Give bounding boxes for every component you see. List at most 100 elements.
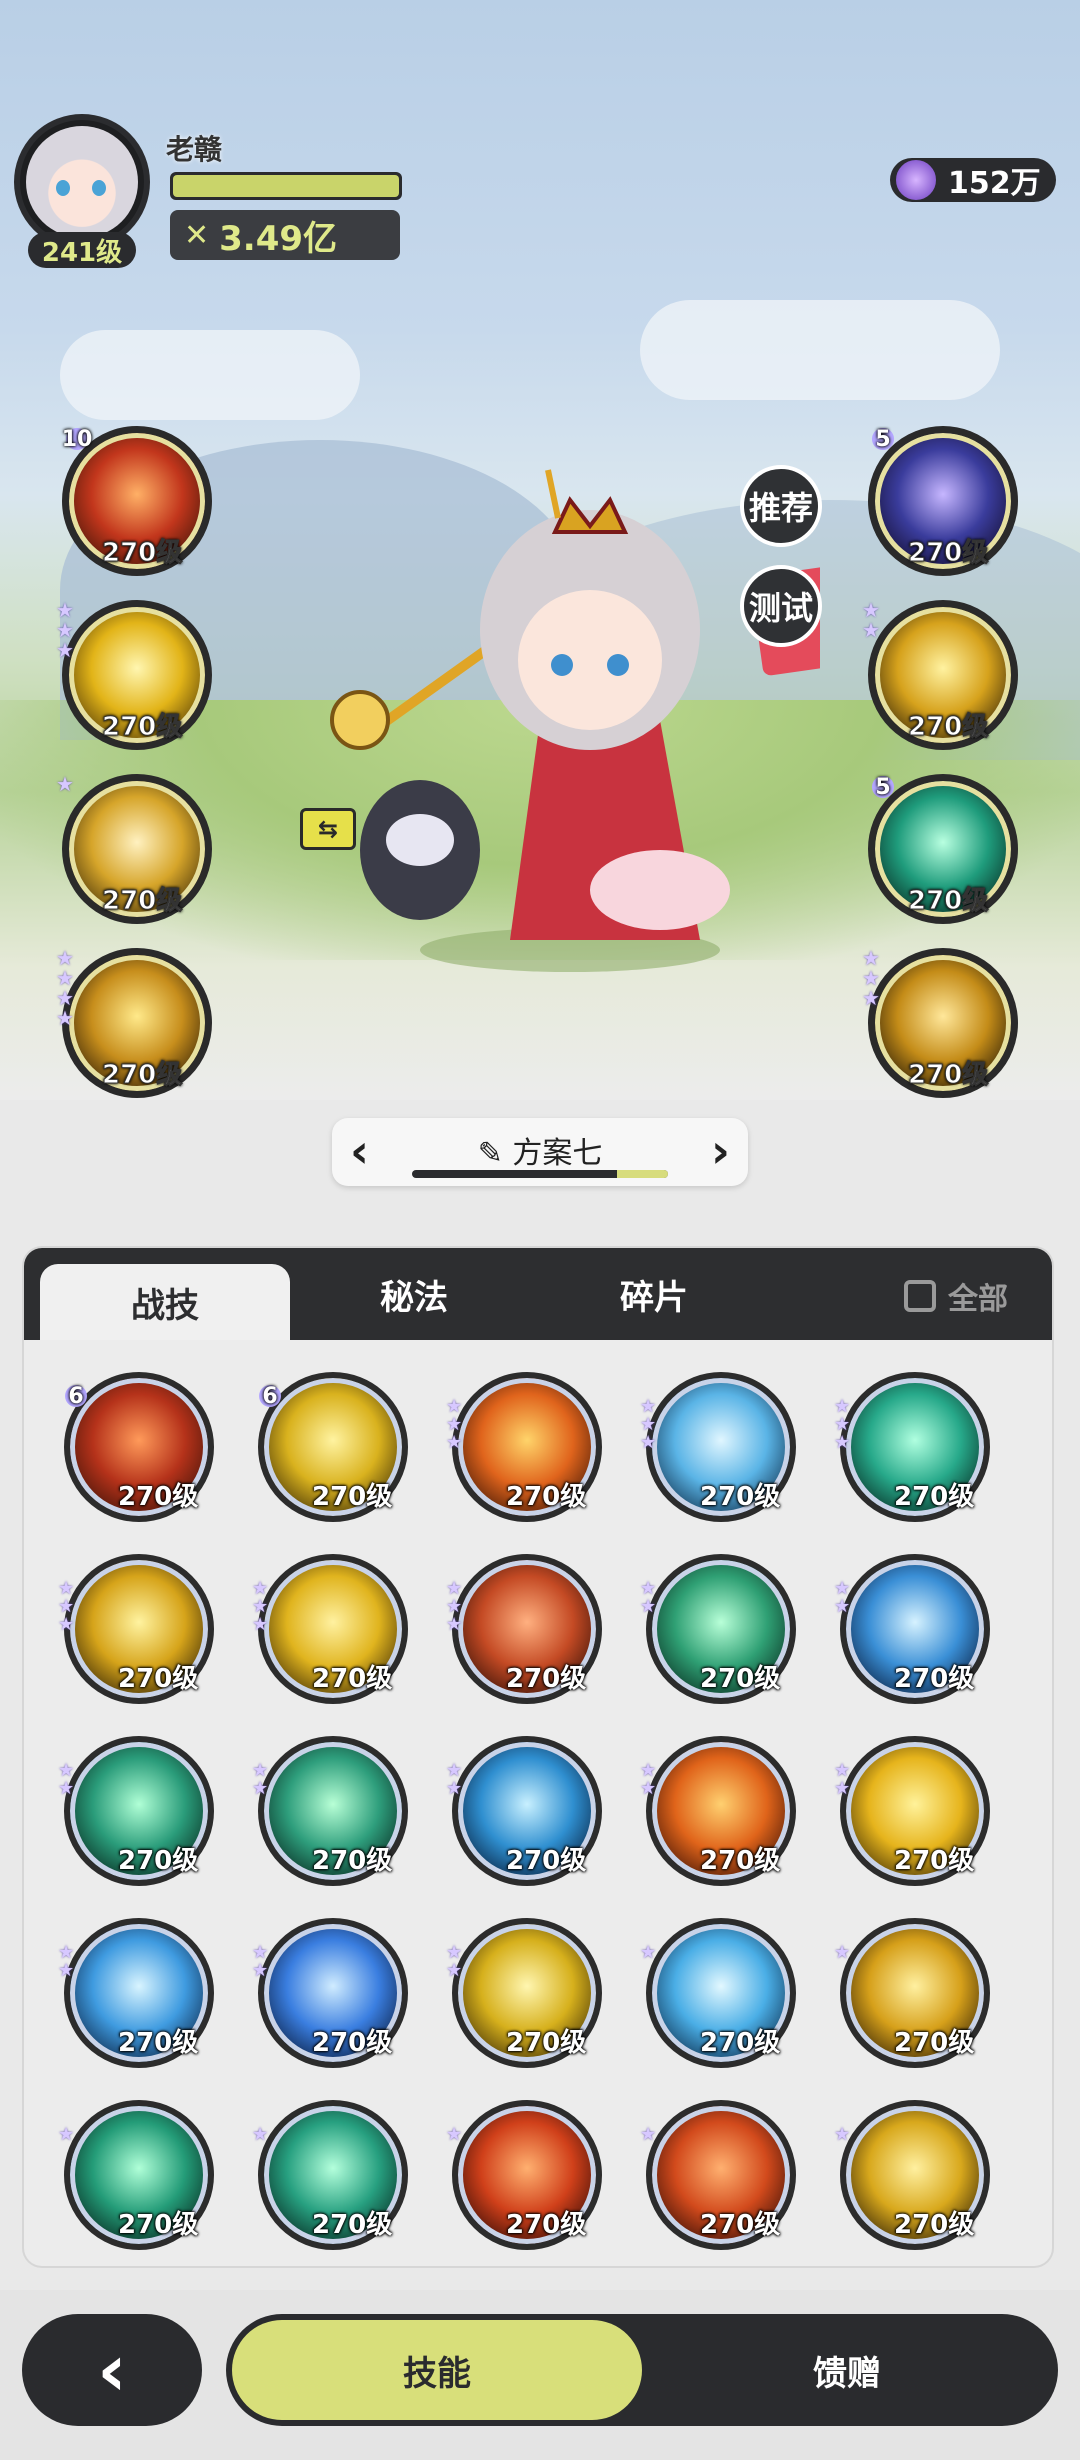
skill-grid-item[interactable]: 6 270级 — [252, 1372, 408, 1522]
skill-level: 270级 — [118, 1482, 199, 1512]
skill-grid-item[interactable]: ★ ★ 270级 — [640, 1554, 796, 1704]
back-button[interactable]: ‹ — [22, 2314, 202, 2426]
rank-badge: 5 — [864, 768, 902, 806]
star-rating: ★ — [252, 2124, 269, 2145]
skill-grid-item[interactable]: ★ 270级 — [252, 2100, 408, 2250]
pet-swap-button[interactable]: ⇆ — [300, 808, 356, 850]
star-rating: ★ — [640, 1942, 657, 1963]
star-rating: ★ ★ — [446, 1942, 463, 1981]
skill-level: 270级 — [312, 1664, 393, 1694]
player-avatar[interactable] — [14, 114, 150, 250]
skill-grid-item[interactable]: ★ ★ ★ 270级 — [834, 1372, 990, 1522]
currency-display[interactable]: 152万 — [890, 158, 1056, 202]
skill-grid-item[interactable]: 6 270级 — [58, 1372, 214, 1522]
skill-grid-item[interactable]: ★ ★ ★ 270级 — [446, 1554, 602, 1704]
scheme-name[interactable]: ✎ 方案七 — [332, 1128, 748, 1172]
scheme-selector: ‹ › ✎ 方案七 — [332, 1118, 748, 1186]
scheme-label: 方案七 — [512, 1136, 603, 1171]
star-rating: ★ — [834, 1942, 851, 1963]
test-button[interactable]: 测试 — [740, 565, 822, 647]
rank-badge: 6 — [252, 1378, 288, 1414]
experience-bar — [170, 172, 402, 200]
show-all-label: 全部 — [948, 1282, 1008, 1317]
skill-grid-item[interactable]: ★ 270级 — [446, 2100, 602, 2250]
skill-level: 270级 — [101, 1060, 183, 1091]
skill-grid-item[interactable]: ★ ★ 270级 — [446, 1736, 602, 1886]
skill-grid-item[interactable]: ★ 270级 — [640, 2100, 796, 2250]
skill-level: 270级 — [312, 2210, 393, 2240]
star-rating: ★ ★ — [252, 1760, 269, 1799]
cloud — [640, 300, 1000, 400]
skill-level: 270级 — [506, 2028, 587, 2058]
skill-grid-item[interactable]: ★ 270级 — [58, 2100, 214, 2250]
skill-grid-item[interactable]: ★ 270级 — [834, 2100, 990, 2250]
skill-grid-item[interactable]: ★ ★ 270级 — [640, 1736, 796, 1886]
nav-gift-button[interactable]: 馈赠 — [642, 2320, 1052, 2420]
star-rating: ★ — [834, 2124, 851, 2145]
equipped-skill-slot[interactable]: ★ ★ 270级 — [862, 600, 1018, 750]
star-rating: ★ ★ — [640, 1760, 657, 1799]
nav-skill-button[interactable]: 技能 — [232, 2320, 642, 2420]
star-rating: ★ ★ — [834, 1578, 851, 1617]
equipped-skill-slot[interactable]: 5 270级 — [864, 768, 1018, 924]
equipped-skill-slot[interactable]: ★ 270级 — [56, 774, 212, 924]
skill-level: 270级 — [506, 2210, 587, 2240]
skill-level: 270级 — [101, 886, 183, 917]
tab-secret-arts[interactable]: 秘法 — [314, 1248, 514, 1340]
skill-grid-item[interactable]: ★ ★ 270级 — [834, 1554, 990, 1704]
star-rating: ★ ★ ★ — [58, 1578, 75, 1635]
equipped-skill-slot[interactable]: 10 270级 — [58, 420, 212, 576]
rank-badge: 10 — [58, 420, 96, 458]
experience-bar-fill — [173, 175, 399, 197]
star-rating: ★ ★ ★ — [446, 1578, 463, 1635]
skill-grid-item[interactable]: ★ ★ ★ 270级 — [58, 1554, 214, 1704]
skill-grid-item[interactable]: ★ ★ ★ 270级 — [252, 1554, 408, 1704]
rank-badge: 5 — [864, 420, 902, 458]
star-rating: ★ ★ — [446, 1760, 463, 1799]
staff-head — [330, 690, 390, 750]
skill-grid-item[interactable]: ★ ★ 270级 — [252, 1918, 408, 2068]
skill-grid-item[interactable]: ★ ★ 270级 — [252, 1736, 408, 1886]
skill-level: 270级 — [312, 1482, 393, 1512]
hero-eye — [551, 654, 573, 676]
recommend-button[interactable]: 推荐 — [740, 465, 822, 547]
equipped-skill-slot[interactable]: 5 270级 — [864, 420, 1018, 576]
equipped-skill-slot[interactable]: ★ ★ ★ ★ 270级 — [56, 948, 212, 1098]
nav-switch: 技能 馈赠 — [226, 2314, 1058, 2426]
hero-face — [518, 590, 662, 730]
skill-level: 270级 — [700, 2028, 781, 2058]
skill-level: 270级 — [907, 712, 989, 743]
skill-grid-item[interactable]: ★ ★ 270级 — [58, 1918, 214, 2068]
skill-level: 270级 — [907, 1060, 989, 1091]
star-rating: ★ ★ ★ — [640, 1396, 657, 1453]
star-rating: ★ — [56, 772, 74, 796]
skill-grid-item[interactable]: ★ ★ ★ 270级 — [640, 1372, 796, 1522]
equipped-skill-slot[interactable]: ★ ★ ★ 270级 — [862, 948, 1018, 1098]
bunny-plush — [590, 850, 730, 930]
star-rating: ★ — [446, 2124, 463, 2145]
skill-level: 270级 — [894, 1664, 975, 1694]
star-rating: ★ — [640, 2124, 657, 2145]
player-level: 241级 — [28, 232, 136, 268]
skill-level: 270级 — [907, 886, 989, 917]
skill-tabs: 战技 秘法 碎片 全部 — [24, 1248, 1052, 1340]
skill-level: 270级 — [118, 2028, 199, 2058]
gem-icon — [894, 158, 938, 202]
skill-level: 270级 — [118, 2210, 199, 2240]
tab-combat-skills[interactable]: 战技 — [40, 1264, 290, 1340]
skill-grid-item[interactable]: ★ ★ 270级 — [58, 1736, 214, 1886]
skill-grid-item[interactable]: ★ 270级 — [834, 1918, 990, 2068]
skill-grid-item[interactable]: ★ ★ 270级 — [834, 1736, 990, 1886]
star-rating: ★ ★ ★ — [446, 1396, 463, 1453]
show-all-toggle[interactable]: 全部 — [904, 1274, 1008, 1318]
skill-grid-item[interactable]: ★ ★ 270级 — [446, 1918, 602, 2068]
scheme-progress-bar — [412, 1170, 668, 1178]
skill-grid-item[interactable]: ★ ★ ★ 270级 — [446, 1372, 602, 1522]
equipped-skill-slot[interactable]: ★ ★ ★ 270级 — [56, 600, 212, 750]
skill-panel: 战技 秘法 碎片 全部 6 270级 6 270级 ★ ★ ★ 270级 ★ ★ ★ 270级 ★ ★ ★ 2… — [24, 1248, 1052, 2266]
skill-level: 270级 — [700, 2210, 781, 2240]
tab-fragments[interactable]: 碎片 — [554, 1248, 754, 1340]
star-rating: ★ ★ ★ — [56, 598, 74, 662]
skill-grid-item[interactable]: ★ 270级 — [640, 1918, 796, 2068]
checkbox-icon — [904, 1280, 936, 1312]
